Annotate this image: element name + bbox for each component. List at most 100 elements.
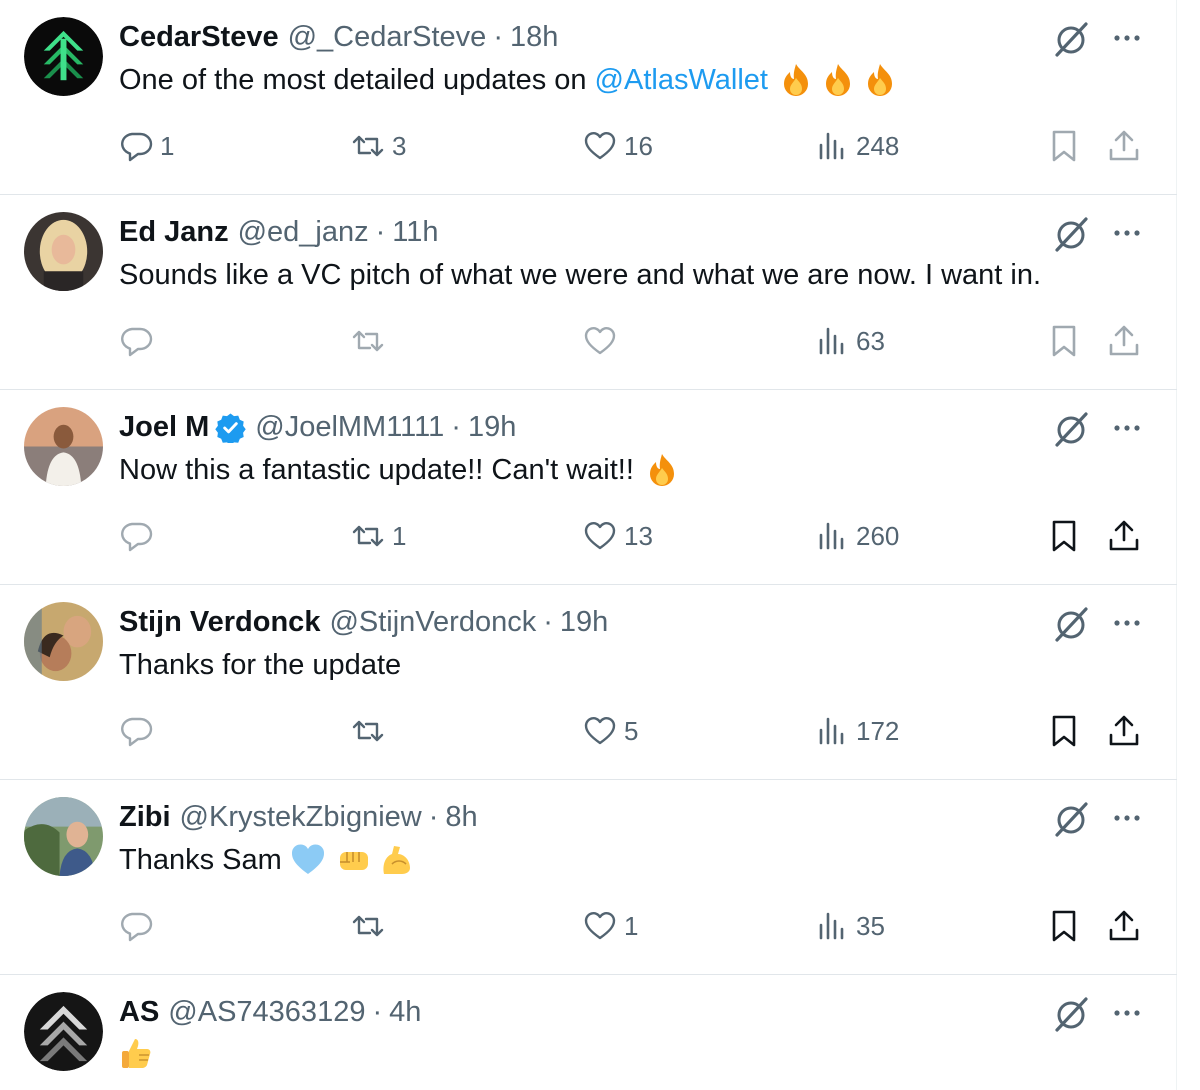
retweet-button[interactable]	[350, 904, 386, 948]
reply-icon	[121, 327, 153, 357]
retweet-button[interactable]: 1	[350, 514, 406, 558]
separator-dot: ·	[375, 215, 386, 248]
grok-icon[interactable]	[1051, 994, 1091, 1034]
reply-button[interactable]	[118, 709, 154, 753]
retweet-button[interactable]: 3	[350, 124, 406, 168]
fist-emoji	[336, 842, 372, 878]
view-count: 172	[856, 715, 900, 746]
tweet-text: One of the most detailed updates on @Atl…	[119, 60, 898, 100]
tweet[interactable]: AS @AS74363129 · 4h	[0, 975, 1177, 1090]
avatar[interactable]	[24, 407, 103, 486]
display-name[interactable]: AS	[119, 996, 159, 1029]
tweet-header: CedarSteve @_CedarSteve · 18h	[119, 17, 558, 57]
more-options-icon[interactable]	[1107, 410, 1147, 446]
tweet[interactable]: Ed Janz @ed_janz · 11h Sounds like a VC …	[0, 195, 1177, 390]
grok-icon[interactable]	[1051, 409, 1091, 449]
views-button[interactable]: 35	[814, 904, 885, 948]
tweet-body: Sounds like a VC pitch of what we were a…	[119, 259, 1042, 291]
retweet-count: 3	[392, 130, 407, 161]
share-button[interactable]	[1106, 904, 1142, 948]
tweet[interactable]: Zibi @KrystekZbigniew · 8h Thanks Sam 1 …	[0, 780, 1177, 975]
retweet-button[interactable]	[350, 319, 386, 363]
grok-icon[interactable]	[1051, 604, 1091, 644]
share-button[interactable]	[1106, 124, 1142, 168]
grok-icon[interactable]	[1051, 214, 1091, 254]
timestamp[interactable]: 4h	[389, 996, 421, 1029]
avatar[interactable]	[24, 212, 103, 291]
more-options-icon[interactable]	[1107, 800, 1147, 836]
timestamp[interactable]: 8h	[445, 801, 477, 834]
views-button[interactable]: 260	[814, 514, 899, 558]
reply-icon	[121, 522, 153, 552]
display-name[interactable]: Stijn Verdonck	[119, 606, 320, 639]
retweet-icon	[352, 525, 384, 547]
user-handle[interactable]: @JoelMM1111	[255, 411, 444, 444]
like-button[interactable]: 16	[582, 124, 653, 168]
like-button[interactable]: 5	[582, 709, 638, 753]
more-options-icon[interactable]	[1107, 20, 1147, 56]
timestamp[interactable]: 19h	[468, 411, 516, 444]
user-handle[interactable]: @ed_janz	[238, 216, 369, 249]
verified-badge-icon	[215, 412, 246, 443]
avatar[interactable]	[24, 602, 103, 681]
user-handle[interactable]: @StijnVerdonck	[329, 606, 536, 639]
timestamp[interactable]: 18h	[510, 21, 558, 54]
display-name[interactable]: Ed Janz	[119, 216, 229, 249]
bookmark-button[interactable]	[1046, 319, 1082, 363]
retweet-count: 1	[392, 520, 407, 551]
user-handle[interactable]: @_CedarSteve	[288, 21, 487, 54]
share-button[interactable]	[1106, 709, 1142, 753]
bookmark-button[interactable]	[1046, 709, 1082, 753]
retweet-icon	[352, 720, 384, 742]
separator-dot: ·	[428, 800, 439, 833]
mention-link[interactable]: @AtlasWallet	[595, 60, 768, 100]
reply-button[interactable]	[118, 319, 154, 363]
timestamp[interactable]: 11h	[392, 216, 438, 249]
bookmark-button[interactable]	[1046, 904, 1082, 948]
avatar[interactable]	[24, 797, 103, 876]
share-button[interactable]	[1106, 514, 1142, 558]
display-name[interactable]: Zibi	[119, 801, 171, 834]
display-name[interactable]: CedarSteve	[119, 21, 279, 54]
reply-button[interactable]: 1	[118, 124, 174, 168]
share-button[interactable]	[1106, 319, 1142, 363]
like-button[interactable]: 13	[582, 514, 653, 558]
more-options-icon[interactable]	[1107, 605, 1147, 641]
bookmark-button[interactable]	[1046, 124, 1082, 168]
tweet[interactable]: Joel M @JoelMM1111 · 19h Now this a fant…	[0, 390, 1177, 585]
tweet-body: Now this a fantastic update!! Can't wait…	[119, 454, 634, 486]
more-options-icon[interactable]	[1107, 995, 1147, 1031]
grok-icon[interactable]	[1051, 799, 1091, 839]
thumbs-up-emoji	[119, 1035, 155, 1071]
views-button[interactable]: 63	[814, 319, 885, 363]
display-name[interactable]: Joel M	[119, 411, 209, 444]
tweet-text	[119, 1035, 155, 1071]
action-bar: 1 3 16 248	[0, 124, 1177, 168]
reply-button[interactable]	[118, 904, 154, 948]
tweet[interactable]: CedarSteve @_CedarSteve · 18h One of the…	[0, 0, 1177, 195]
tweet-text: Thanks Sam	[119, 840, 414, 880]
tweet[interactable]: Stijn Verdonck @StijnVerdonck · 19h Than…	[0, 585, 1177, 780]
more-options-icon[interactable]	[1107, 215, 1147, 251]
share-icon	[1109, 325, 1139, 356]
reply-button[interactable]	[118, 514, 154, 558]
avatar[interactable]	[24, 17, 103, 96]
tweet-text: Sounds like a VC pitch of what we were a…	[119, 255, 1041, 295]
fire-emoji	[644, 452, 680, 488]
reply-count: 1	[160, 130, 175, 161]
tweet-header: Zibi @KrystekZbigniew · 8h	[119, 797, 478, 837]
views-button[interactable]: 172	[814, 709, 899, 753]
grok-icon[interactable]	[1051, 19, 1091, 59]
retweet-button[interactable]	[350, 709, 386, 753]
separator-dot: ·	[493, 20, 503, 53]
like-button[interactable]	[582, 319, 618, 363]
user-handle[interactable]: @KrystekZbigniew	[180, 801, 422, 834]
avatar[interactable]	[24, 992, 103, 1071]
timestamp[interactable]: 19h	[560, 606, 608, 639]
bookmark-button[interactable]	[1046, 514, 1082, 558]
user-handle[interactable]: @AS74363129	[168, 996, 365, 1029]
views-button[interactable]: 248	[814, 124, 899, 168]
like-button[interactable]: 1	[582, 904, 638, 948]
separator-dot: ·	[451, 410, 461, 443]
heart-icon	[584, 522, 616, 550]
